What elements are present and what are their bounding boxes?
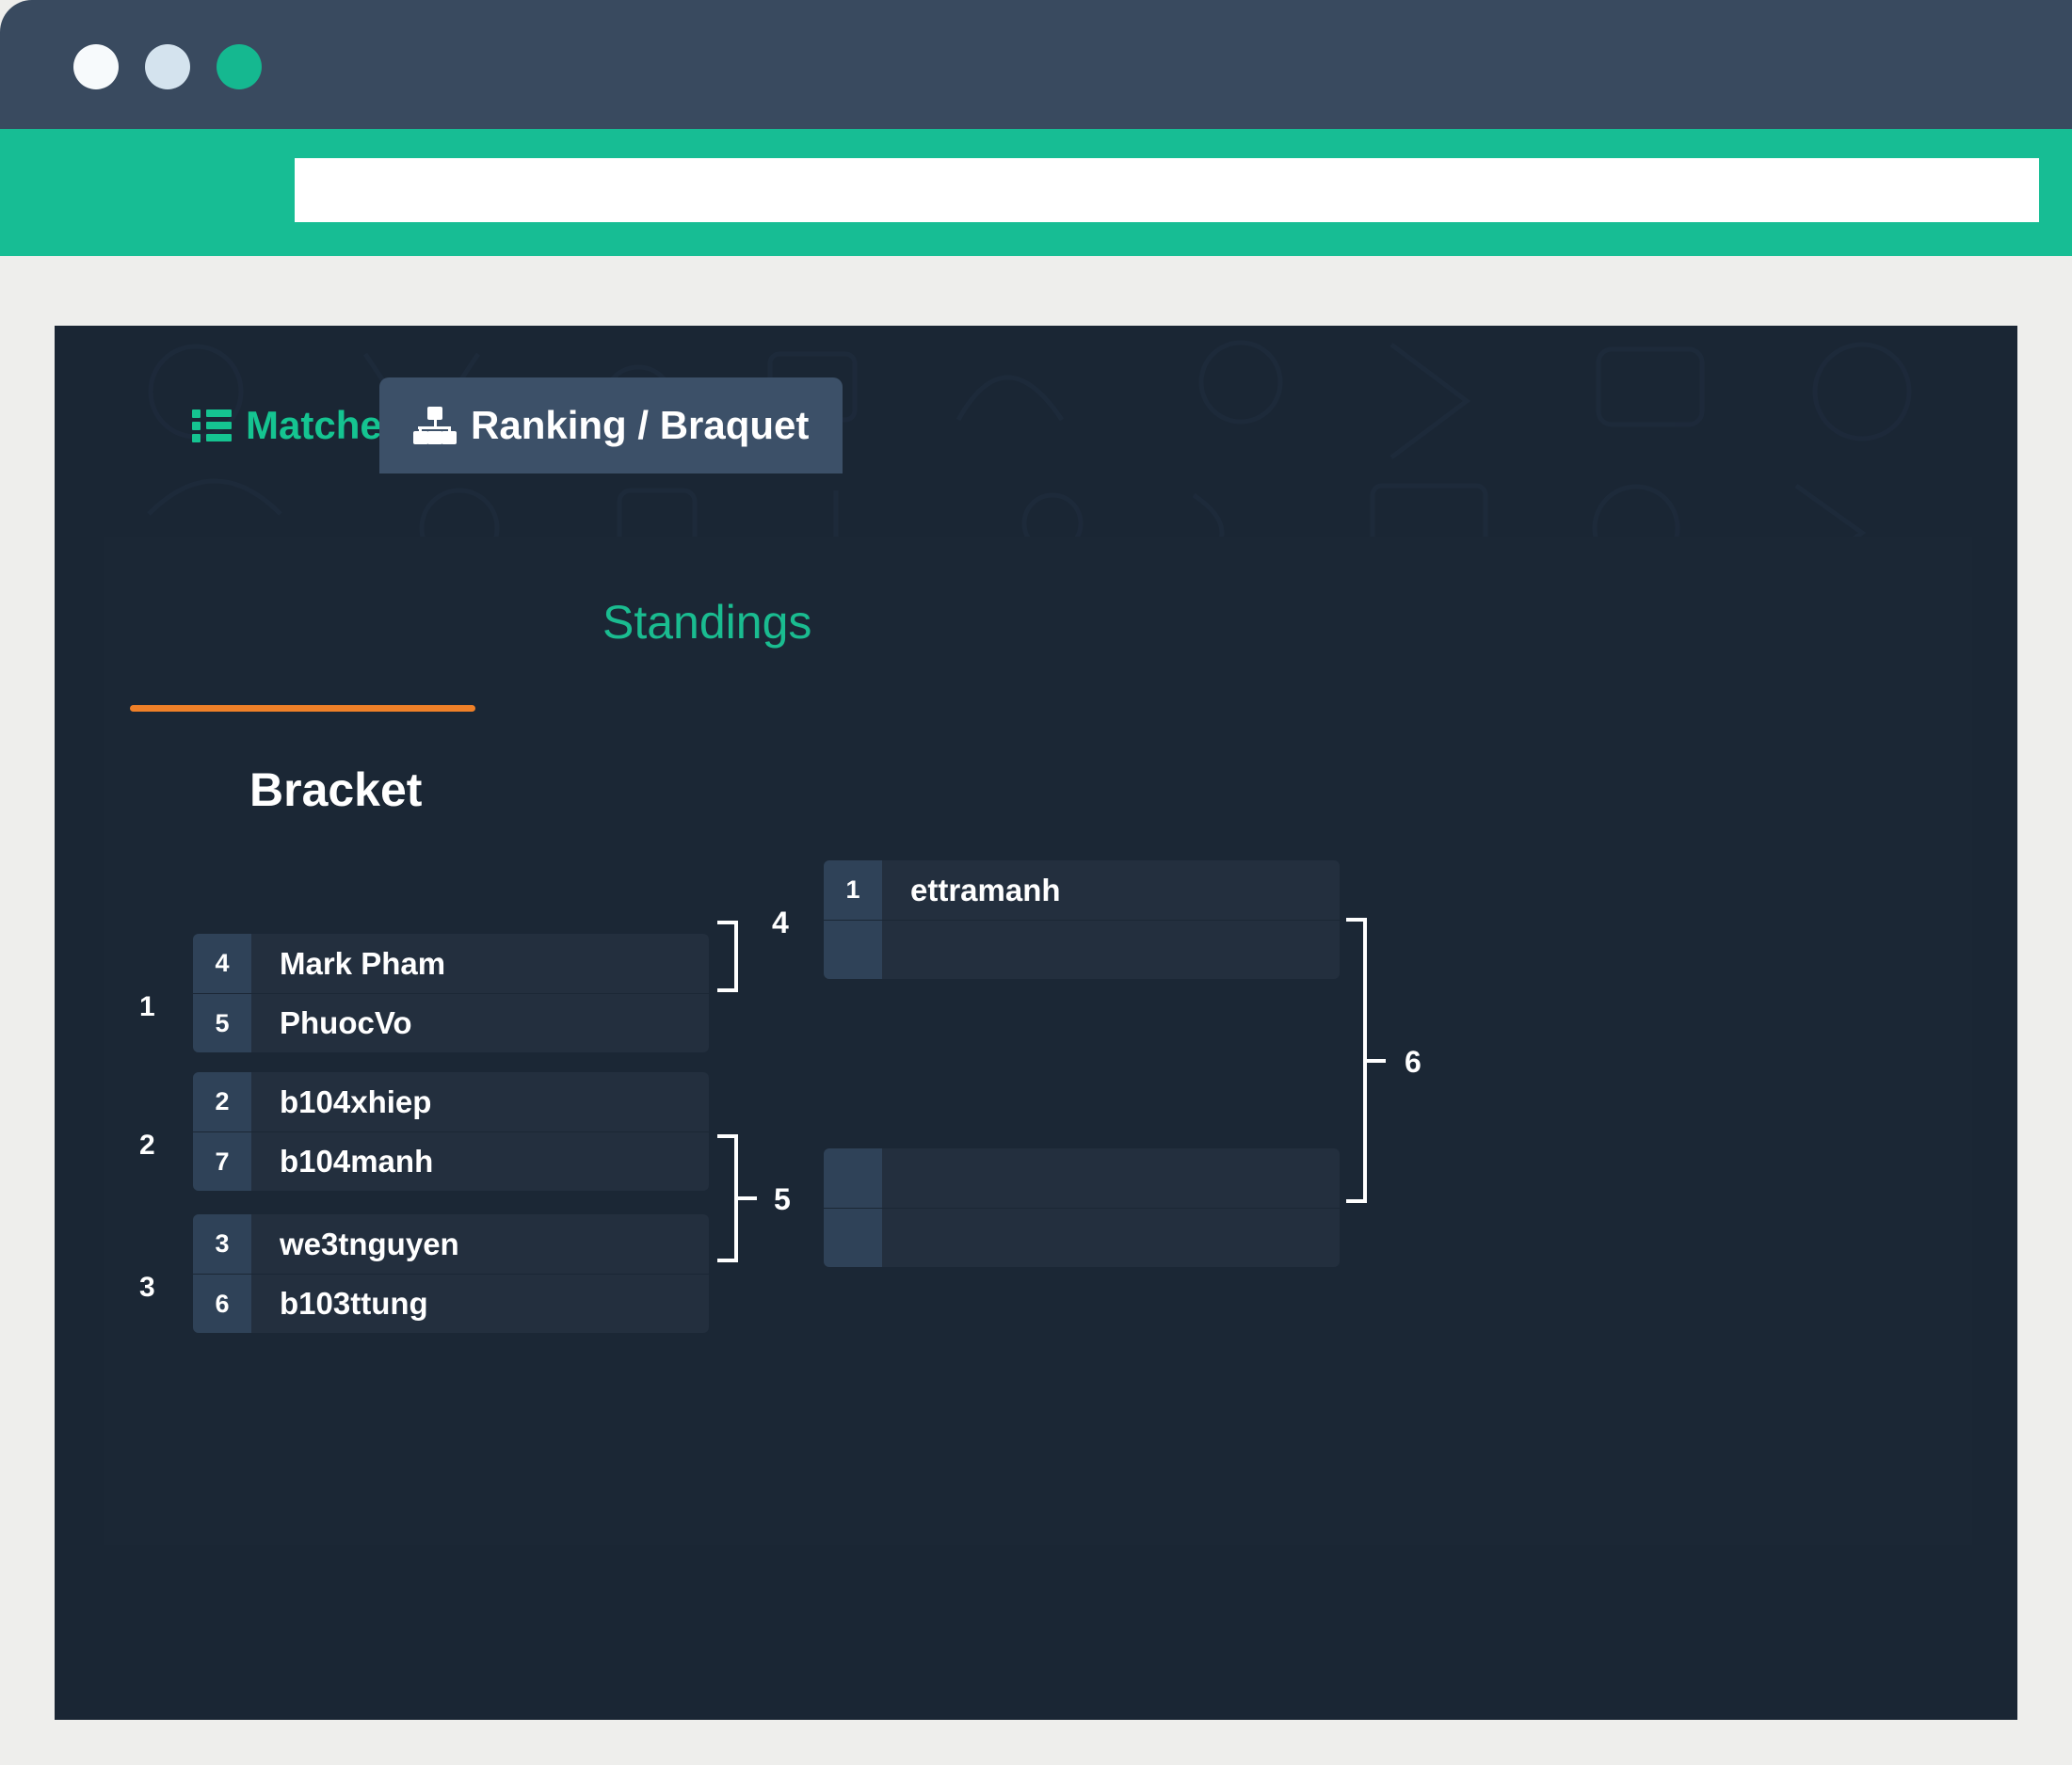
match-slot[interactable]: 6 b103ttung <box>193 1274 709 1333</box>
connector-stem <box>1363 1058 1386 1063</box>
match-slot[interactable] <box>824 1208 1340 1267</box>
subtab-standings[interactable]: Standings <box>602 595 811 650</box>
bracket-connector <box>717 921 738 992</box>
match-slot[interactable] <box>824 920 1340 979</box>
list-icon <box>192 409 232 442</box>
app-tabstrip: Matches Ranking / Braquet <box>55 326 2017 473</box>
minimize-dot-icon[interactable] <box>145 44 190 89</box>
active-subtab-underline <box>130 705 475 712</box>
maximize-dot-icon[interactable] <box>217 44 262 89</box>
match-slot[interactable]: 1 ettramanh <box>824 860 1340 920</box>
bracket-connector <box>717 1134 757 1262</box>
app-card: Matches Ranking / Braquet Bracket Standi… <box>55 326 2017 1720</box>
match-card[interactable] <box>824 1148 1340 1267</box>
tab-ranking-braquet[interactable]: Ranking / Braquet <box>379 377 843 473</box>
seed-number: 7 <box>193 1132 251 1191</box>
seed-number <box>824 1148 882 1208</box>
connector-label: 5 <box>774 1182 791 1216</box>
seed-number: 4 <box>193 934 251 993</box>
match-card[interactable]: 3 we3tnguyen 6 b103ttung <box>193 1214 709 1333</box>
connector-label: 4 <box>772 906 789 939</box>
bracket-diagram: 1 4 Mark Pham 5 PhuocVo 2 2 b104xhiep 7 … <box>104 725 1972 1544</box>
window-titlebar <box>0 0 2072 129</box>
url-input[interactable] <box>295 158 2039 222</box>
bracket-subtabs: Bracket Standings <box>104 574 1972 816</box>
seed-number: 2 <box>193 1072 251 1131</box>
connector-stem <box>734 1196 757 1200</box>
seed-number <box>824 1209 882 1267</box>
match-index: 1 <box>139 991 155 1022</box>
player-name: we3tnguyen <box>280 1226 459 1261</box>
match-card[interactable]: 2 b104xhiep 7 b104manh <box>193 1072 709 1191</box>
seed-number <box>824 921 882 979</box>
match-slot[interactable]: 3 we3tnguyen <box>193 1214 709 1274</box>
player-name: PhuocVo <box>280 1005 412 1040</box>
bracket-connector <box>1346 918 1386 1203</box>
connector-label: 6 <box>1405 1045 1421 1079</box>
seed-number: 5 <box>193 994 251 1052</box>
match-index: 2 <box>139 1130 155 1161</box>
player-name: b104xhiep <box>280 1083 432 1119</box>
seed-number: 1 <box>824 860 882 920</box>
player-name: Mark Pham <box>280 945 446 981</box>
player-name: b103ttung <box>280 1286 428 1321</box>
browser-window: Matches Ranking / Braquet Bracket Standi… <box>0 0 2072 1765</box>
bracket-panel: Bracket Standings 1 4 Mark Pham 5 PhuocV… <box>104 537 1972 1545</box>
player-name: b104manh <box>280 1144 434 1179</box>
close-dot-icon[interactable] <box>73 44 119 89</box>
tab-ranking-braquet-label: Ranking / Braquet <box>471 403 810 447</box>
match-slot[interactable]: 2 b104xhiep <box>193 1072 709 1131</box>
match-slot[interactable] <box>824 1148 1340 1208</box>
match-card[interactable]: 1 ettramanh <box>824 860 1340 979</box>
sitemap-icon <box>413 407 457 444</box>
browser-toolbar <box>0 129 2072 256</box>
player-name: ettramanh <box>910 872 1061 907</box>
match-slot[interactable]: 4 Mark Pham <box>193 934 709 993</box>
match-slot[interactable]: 5 PhuocVo <box>193 993 709 1052</box>
seed-number: 6 <box>193 1275 251 1333</box>
match-slot[interactable]: 7 b104manh <box>193 1131 709 1191</box>
traffic-light-group <box>73 44 262 89</box>
seed-number: 3 <box>193 1214 251 1274</box>
match-card[interactable]: 4 Mark Pham 5 PhuocVo <box>193 934 709 1052</box>
match-index: 3 <box>139 1272 155 1303</box>
